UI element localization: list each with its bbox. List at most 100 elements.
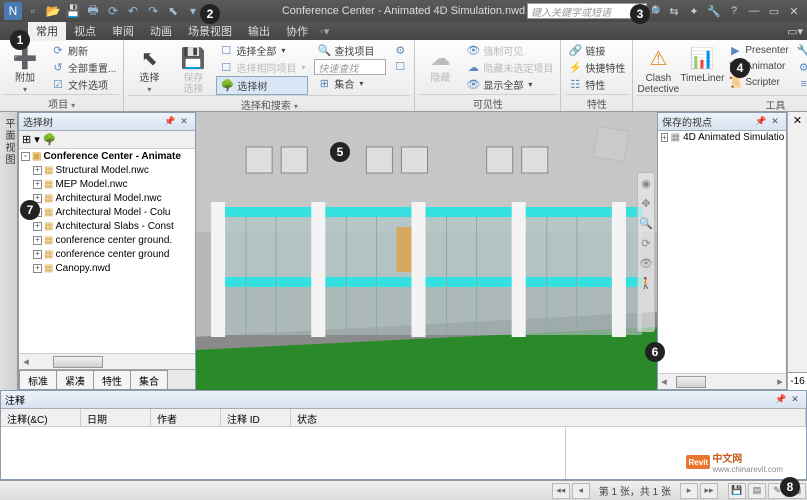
- tree-expand-icon[interactable]: +: [33, 166, 42, 175]
- menu-sceneview[interactable]: 场景视图: [180, 21, 240, 41]
- refresh-icon[interactable]: ⟳: [104, 2, 122, 20]
- menu-common[interactable]: 常用: [28, 21, 66, 41]
- sb-pencil-icon[interactable]: ✎: [768, 483, 786, 499]
- sb-first-icon[interactable]: ◂◂: [552, 483, 570, 499]
- side-tab-planview[interactable]: 平面视图: [0, 112, 18, 390]
- tree-tb3-icon[interactable]: 🌳: [43, 133, 57, 146]
- sb-next-icon[interactable]: ▸: [680, 483, 698, 499]
- nav-zoom-icon[interactable]: 🔍: [639, 217, 653, 231]
- saved-item[interactable]: 4D Animated Simulatio: [683, 132, 784, 143]
- print-icon[interactable]: 🖶: [84, 2, 102, 20]
- saved-hscrollbar[interactable]: ◂▸: [658, 373, 786, 389]
- tree-expand-icon[interactable]: +: [33, 264, 42, 273]
- quick-props-button[interactable]: ⚡快捷特性: [565, 59, 628, 76]
- nav-look-icon[interactable]: 👁: [639, 257, 653, 271]
- saved-close-icon[interactable]: ✕: [768, 115, 782, 129]
- menu-dropdown-icon[interactable]: ◦▾: [320, 25, 329, 38]
- col-id[interactable]: 注释 ID: [221, 409, 291, 426]
- select-all-button[interactable]: ☐选择全部▾: [216, 42, 308, 59]
- tool1-icon[interactable]: ⇆: [665, 2, 683, 20]
- menu-animation[interactable]: 动画: [142, 21, 180, 41]
- search-go-icon[interactable]: 🔎: [645, 2, 663, 20]
- tree-expand-icon[interactable]: +: [33, 194, 42, 203]
- col-status[interactable]: 状态: [291, 409, 806, 426]
- help-search-input[interactable]: 键入关键字或短语: [527, 3, 647, 19]
- select-tree-button[interactable]: 🌳选择树: [216, 76, 308, 95]
- select-button[interactable]: ⬉ 选择 ▾: [128, 42, 170, 94]
- tree-item[interactable]: Architectural Model.nwc: [55, 193, 161, 204]
- timeliner-button[interactable]: 📊 TimeLiner: [681, 42, 723, 84]
- attach-button[interactable]: ➕ 附加 ▾: [4, 42, 46, 94]
- select-same-button[interactable]: ☐选择相同项目▾: [216, 59, 308, 76]
- open-icon[interactable]: 📂: [44, 2, 62, 20]
- force-visible-button[interactable]: 👁强制可见: [463, 42, 556, 59]
- tree-item[interactable]: Canopy.nwd: [55, 263, 110, 274]
- nav-wheel-icon[interactable]: ◉: [639, 177, 653, 191]
- saved-expand-icon[interactable]: +: [661, 133, 668, 142]
- sets-button[interactable]: ⊞集合▾: [314, 75, 386, 92]
- tree-expand-icon[interactable]: +: [33, 180, 42, 189]
- properties-button[interactable]: ☷特性: [565, 76, 628, 93]
- ribbon-toggle-icon[interactable]: ▭▾: [787, 25, 803, 38]
- new-icon[interactable]: ▫: [24, 2, 42, 20]
- col-date[interactable]: 日期: [81, 409, 151, 426]
- minimize-icon[interactable]: —: [745, 2, 763, 20]
- appearance-button[interactable]: 🔧外观配置器: [794, 42, 807, 59]
- presenter-button[interactable]: ▶Presenter: [725, 42, 791, 58]
- menu-review[interactable]: 审阅: [104, 21, 142, 41]
- sb-mem-icon[interactable]: ▤: [748, 483, 766, 499]
- sb-last-icon[interactable]: ▸▸: [700, 483, 718, 499]
- menu-output[interactable]: 输出: [240, 21, 278, 41]
- batch-button[interactable]: ⚙Batch Utility: [794, 59, 807, 75]
- tiny-sq-button[interactable]: ☐: [390, 58, 410, 74]
- tree-item[interactable]: conference center ground: [55, 249, 169, 260]
- saved-pin-icon[interactable]: 📌: [754, 115, 768, 129]
- tool2-icon[interactable]: ✦: [685, 2, 703, 20]
- menu-collab[interactable]: 协作: [278, 21, 316, 41]
- comments-close-icon[interactable]: ✕: [788, 393, 802, 407]
- col-comment[interactable]: 注释(&C): [1, 409, 81, 426]
- nav-pan-icon[interactable]: ✥: [639, 197, 653, 211]
- links-button[interactable]: 🔗链接: [565, 42, 628, 59]
- redo-icon[interactable]: ↷: [144, 2, 162, 20]
- scripter-button[interactable]: 📜Scripter: [725, 74, 791, 90]
- help-icon[interactable]: ?: [725, 2, 743, 20]
- tree-tb2-icon[interactable]: ▾: [34, 133, 40, 146]
- tree-pin-icon[interactable]: 📌: [163, 115, 177, 129]
- clash-detective-button[interactable]: ⚠ Clash Detective: [637, 42, 679, 95]
- tree-expand-icon[interactable]: +: [33, 236, 42, 245]
- saved-body[interactable]: +▦4D Animated Simulatio: [658, 131, 786, 373]
- navigation-bar[interactable]: ◉ ✥ 🔍 ⟳ 👁 🚶: [637, 172, 655, 332]
- save-selection-button[interactable]: 💾 保存 选择: [172, 42, 214, 95]
- tree-item[interactable]: Structural Model.nwc: [55, 165, 148, 176]
- tree-item[interactable]: Architectural Slabs - Const: [55, 221, 173, 232]
- sb-prev-icon[interactable]: ◂: [572, 483, 590, 499]
- tree-body[interactable]: -▣Conference Center - Animate +▦Structur…: [19, 149, 195, 353]
- tiny-gear-button[interactable]: ⚙: [390, 42, 410, 58]
- find-item-button[interactable]: 🔍查找项目: [314, 42, 386, 59]
- tree-tab-sets[interactable]: 集合: [130, 370, 168, 389]
- tree-tab-standard[interactable]: 标准: [19, 370, 57, 389]
- tree-item[interactable]: Architectural Model - Colu: [55, 207, 170, 218]
- close-icon[interactable]: ✕: [785, 2, 803, 20]
- 3d-viewport[interactable]: ◉ ✥ 🔍 ⟳ 👁 🚶: [196, 112, 657, 390]
- tree-close-icon[interactable]: ✕: [177, 115, 191, 129]
- hide-button[interactable]: ☁ 隐藏: [419, 42, 461, 84]
- tree-hscrollbar[interactable]: ◂: [19, 353, 195, 369]
- nav-walk-icon[interactable]: 🚶: [639, 277, 653, 291]
- tool3-icon[interactable]: 🔧: [705, 2, 723, 20]
- tree-root-label[interactable]: Conference Center - Animate: [43, 151, 180, 162]
- saved-side-close-icon[interactable]: ✕: [793, 114, 802, 127]
- select-icon[interactable]: ⬉: [164, 2, 182, 20]
- tree-item[interactable]: MEP Model.nwc: [55, 179, 127, 190]
- viewcube[interactable]: [587, 120, 635, 168]
- tree-tb1-icon[interactable]: ⊞: [22, 133, 31, 146]
- compare-button[interactable]: ≡比较: [794, 75, 807, 92]
- quick-find-input[interactable]: 快速查找: [314, 59, 386, 75]
- tree-item[interactable]: conference center ground.: [55, 235, 172, 246]
- hide-unselected-button[interactable]: ☁隐藏未选定项目: [463, 59, 556, 76]
- maximize-icon[interactable]: ▭: [765, 2, 783, 20]
- refresh-button[interactable]: ⟳刷新: [48, 42, 119, 59]
- tree-expand-icon[interactable]: +: [33, 250, 42, 259]
- tree-expand-icon[interactable]: +: [33, 208, 42, 217]
